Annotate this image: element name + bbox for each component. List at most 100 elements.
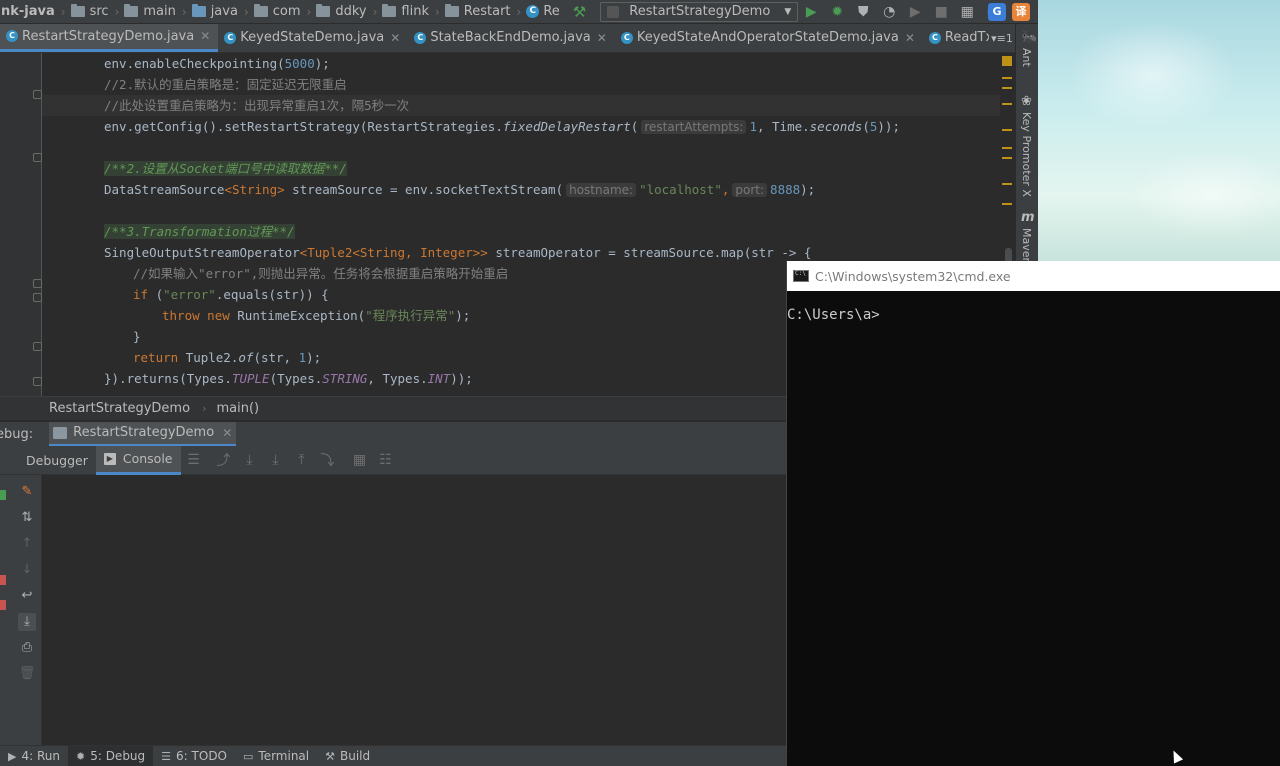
build-hammer-icon[interactable]: ⚒	[573, 3, 586, 21]
terminal-tool-button[interactable]: ▭ Terminal	[235, 746, 317, 766]
breadcrumb-java[interactable]: java	[189, 0, 241, 23]
tab-keyed-state-demo[interactable]: C KeyedStateDemo.java ✕	[218, 24, 408, 52]
run-icon[interactable]: ▶	[798, 0, 824, 23]
profile-icon[interactable]: ◔	[876, 0, 902, 23]
soft-wrap-icon[interactable]: ↩	[18, 587, 36, 605]
translate-icon[interactable]: G	[988, 3, 1006, 21]
sort-icon[interactable]: ⇅	[18, 509, 36, 527]
class-icon: C	[414, 31, 427, 44]
ant-icon: 🐜	[1021, 30, 1038, 45]
fold-marker-icon[interactable]	[33, 377, 42, 386]
tab-debugger[interactable]: Debugger	[0, 446, 96, 475]
run-tool-button[interactable]: ▶ 4: Run	[0, 746, 68, 766]
fold-marker-icon[interactable]	[33, 279, 42, 288]
translate-app-icon[interactable]: 译	[1012, 3, 1030, 21]
maven-tool-button[interactable]: Maven	[1020, 228, 1033, 264]
cmd-console[interactable]: C:\Users\a>	[787, 291, 1280, 323]
breadcrumb-main[interactable]: main	[121, 0, 178, 23]
warning-marker[interactable]	[1002, 203, 1012, 205]
close-icon[interactable]: ✕	[390, 31, 400, 45]
project-structure-icon[interactable]: ▦	[954, 0, 980, 23]
tab-label: KeyedStateAndOperatorStateDemo.java	[636, 30, 899, 45]
stop-icon[interactable]	[0, 575, 6, 585]
warning-marker[interactable]	[1002, 87, 1012, 89]
code-line-current: //此处设置重启策略为：出现异常重启1次，隔5秒一次	[42, 95, 1000, 116]
breadcrumb-ddky[interactable]: ddky	[313, 0, 369, 23]
debug-session-tab[interactable]: RestartStrategyDemo ✕	[49, 421, 237, 447]
breadcrumb-flink[interactable]: flink	[379, 0, 432, 23]
step-out-icon[interactable]: ⤒	[289, 452, 315, 468]
up-arrow-icon[interactable]: ↑	[18, 535, 36, 553]
debug-session-label: RestartStrategyDemo	[73, 425, 215, 440]
close-icon[interactable]: ✕	[222, 426, 232, 440]
code-line: /**3.Transformation过程**/	[104, 224, 295, 239]
breadcrumb-class[interactable]: RestartStrategyDemo	[49, 401, 190, 416]
scroll-to-end-icon[interactable]: ⤓	[18, 613, 36, 631]
editor-gutter	[0, 53, 42, 396]
warning-marker[interactable]	[1002, 157, 1012, 159]
terminal-icon: ▭	[243, 749, 254, 763]
debug-label: ebug:	[0, 426, 34, 442]
view-breakpoints-icon[interactable]	[0, 600, 6, 610]
warning-marker[interactable]	[1002, 147, 1012, 149]
breadcrumb-separator: ›	[202, 402, 207, 415]
resume-icon[interactable]: ▶	[902, 0, 928, 23]
todo-tool-button[interactable]: ☰ 6: TODO	[153, 746, 235, 766]
breadcrumb-separator: ›	[306, 4, 312, 19]
debug-bug-icon[interactable]: ✹	[824, 0, 850, 23]
key-promoter-tool-button[interactable]: Key Promoter X	[1020, 112, 1033, 197]
breadcrumb-com[interactable]: com	[251, 0, 304, 23]
build-tool-button[interactable]: ⚒ Build	[317, 746, 378, 766]
console-output[interactable]	[42, 475, 786, 745]
warning-marker[interactable]	[1002, 77, 1012, 79]
key-promoter-icon: ❀	[1021, 94, 1032, 109]
class-icon: C	[928, 31, 941, 44]
print-icon[interactable]: ⎙	[18, 639, 36, 657]
tab-restart-strategy-demo[interactable]: C RestartStrategyDemo.java ✕	[0, 24, 219, 52]
stop-icon[interactable]: ■	[928, 0, 954, 23]
trash-icon[interactable]: 🗑	[18, 665, 36, 683]
evaluate-expression-icon[interactable]: ▦	[347, 452, 373, 468]
step-into-icon[interactable]: ⤓	[263, 452, 289, 468]
breadcrumb-class[interactable]: C Re	[523, 0, 562, 23]
breadcrumb-separator: ›	[114, 4, 120, 19]
down-arrow-icon[interactable]: ↓	[18, 561, 36, 579]
breadcrumb-src[interactable]: src	[68, 0, 112, 23]
rerun-icon[interactable]	[0, 490, 6, 500]
fold-marker-icon[interactable]	[33, 90, 42, 99]
breadcrumb-method[interactable]: main()	[216, 401, 259, 416]
show-execution-point-icon[interactable]: ⤴	[211, 450, 237, 470]
cmd-title-bar[interactable]: C:\Windows\system32\cmd.exe	[787, 261, 1280, 291]
close-icon[interactable]: ✕	[200, 29, 210, 43]
tab-label: StateBackEndDemo.java	[430, 30, 591, 45]
close-icon[interactable]: ✕	[597, 31, 607, 45]
step-over-icon[interactable]: ⤓	[237, 452, 263, 468]
debug-tool-button[interactable]: ✹ 5: Debug	[67, 745, 154, 766]
coverage-shield-icon[interactable]: ⛊	[850, 0, 876, 23]
breadcrumb-restart[interactable]: Restart	[442, 0, 514, 23]
breadcrumb-project[interactable]: nk-java	[0, 0, 58, 23]
class-icon: C	[224, 31, 237, 44]
tab-console[interactable]: ▶ Console	[95, 445, 181, 475]
clear-all-icon[interactable]: ✎	[18, 483, 36, 501]
tab-keyed-state-and-operator-state-demo[interactable]: C KeyedStateAndOperatorStateDemo.java ✕	[615, 24, 923, 52]
package-icon	[444, 4, 459, 17]
run-to-cursor-icon[interactable]: ⤵	[315, 450, 341, 470]
warning-marker[interactable]	[1002, 56, 1012, 66]
warning-marker[interactable]	[1002, 129, 1012, 131]
menu-lines-icon[interactable]: ☰	[181, 452, 207, 468]
tab-label: RestartStrategyDemo.java	[22, 28, 195, 44]
tabs-overflow-menu[interactable]: ▾≡1	[989, 24, 1015, 52]
run-configuration-dropdown[interactable]: RestartStrategyDemo ▼	[600, 1, 799, 22]
ant-tool-button[interactable]: Ant	[1020, 48, 1033, 67]
warning-marker[interactable]	[1002, 183, 1012, 185]
trace-icon[interactable]: ☷	[373, 452, 399, 468]
tab-state-backend-demo[interactable]: C StateBackEndDemo.java ✕	[408, 24, 615, 52]
cmd-window[interactable]: C:\Windows\system32\cmd.exe C:\Users\a>	[786, 261, 1280, 766]
fold-marker-icon[interactable]	[33, 153, 42, 162]
fold-marker-icon[interactable]	[33, 293, 42, 302]
close-icon[interactable]: ✕	[905, 31, 915, 45]
breadcrumb-separator: ›	[60, 4, 66, 19]
fold-marker-icon[interactable]	[33, 342, 42, 351]
warning-marker[interactable]	[1002, 103, 1012, 105]
